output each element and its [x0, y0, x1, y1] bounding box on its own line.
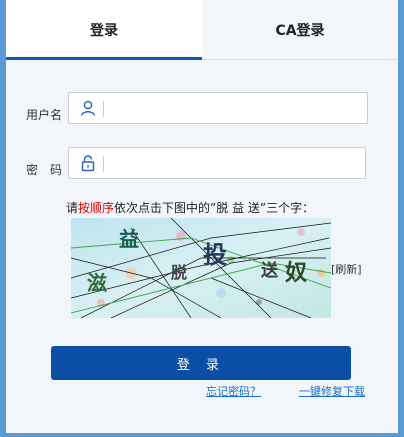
username-separator	[103, 101, 104, 117]
username-field[interactable]	[68, 92, 368, 124]
forgot-password-link[interactable]: 忘记密码？	[206, 383, 261, 399]
tab-ca-login[interactable]: CA登录	[202, 0, 398, 60]
captcha-char-4[interactable]: 投	[203, 241, 227, 269]
captcha-char-2[interactable]: 益	[119, 227, 139, 251]
captcha-prompt-pre: 请	[66, 201, 79, 215]
captcha-prompt-highlight: 按顺序	[78, 201, 115, 215]
username-label: 用户名	[26, 108, 63, 122]
password-input[interactable]	[109, 152, 313, 176]
captcha-refresh-link[interactable]: [刷新]	[331, 261, 362, 277]
active-tab-indicator	[6, 57, 202, 60]
captcha-char-3[interactable]: 脱	[171, 263, 187, 282]
login-button[interactable]: 登 录	[51, 346, 351, 380]
login-tabs: 登录 CA登录	[6, 0, 398, 60]
captcha-prompt-post: 依次点击下图中的”脱 益 送”三个字：	[114, 201, 315, 215]
captcha-char-5[interactable]: 送	[261, 260, 279, 281]
captcha-image[interactable]: 滋 益 脱 投 送 奴	[71, 218, 331, 318]
password-separator	[103, 156, 104, 172]
tab-login[interactable]: 登录	[6, 0, 202, 60]
user-icon	[80, 100, 96, 116]
username-input[interactable]	[109, 97, 313, 121]
repair-download-link[interactable]: 一键修复下载	[299, 383, 365, 399]
captcha-prompt: 请按顺序依次点击下图中的”脱 益 送”三个字：	[66, 199, 314, 216]
password-field[interactable]	[68, 147, 366, 179]
lock-icon	[81, 155, 95, 172]
password-label: 密 码	[26, 163, 63, 177]
tab-divider	[202, 59, 398, 60]
captcha-char-1[interactable]: 滋	[87, 271, 107, 295]
login-panel: 登录 CA登录 用户名 密 码 请按顺序依次点击下图中的”脱 益 送”三个字：	[6, 0, 398, 433]
captcha-char-6[interactable]: 奴	[284, 260, 307, 286]
